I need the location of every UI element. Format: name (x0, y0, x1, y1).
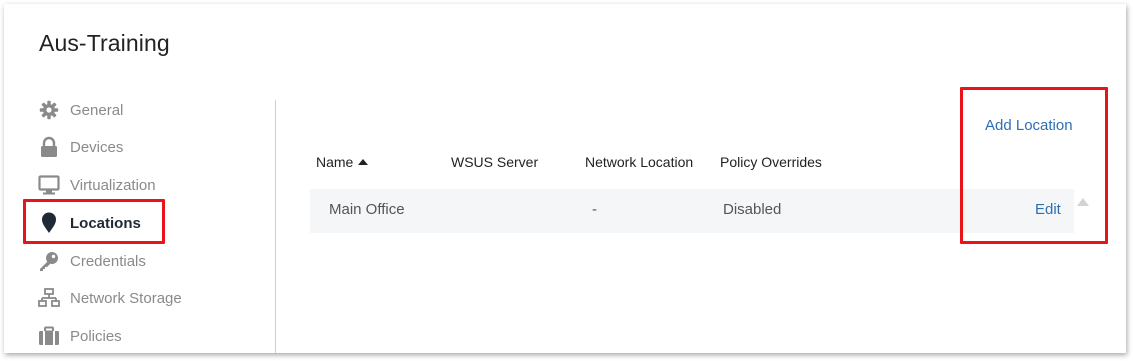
monitor-icon (38, 174, 60, 196)
network-icon (38, 287, 60, 309)
briefcase-icon (38, 325, 60, 347)
sidebar-item-credentials[interactable]: Credentials (38, 249, 146, 273)
sidebar-item-label: Network Storage (70, 289, 182, 307)
sort-ascending-icon (358, 159, 369, 165)
key-icon (38, 250, 60, 272)
sidebar-item-policies[interactable]: Policies (38, 324, 122, 348)
sidebar-item-label: Credentials (70, 252, 146, 270)
sidebar: General Devices Virtualization Locations (4, 4, 274, 353)
sidebar-item-label: Devices (70, 138, 124, 156)
sidebar-item-network-storage[interactable]: Network Storage (38, 286, 182, 310)
cell-policy-overrides: Disabled (723, 201, 782, 218)
sidebar-item-label: Policies (70, 327, 122, 345)
column-header-wsus-server[interactable]: WSUS Server (451, 154, 538, 170)
column-header-name[interactable]: Name (316, 154, 369, 170)
settings-panel: Aus-Training General Devices Virtualizat… (4, 4, 1126, 353)
cell-name: Main Office (329, 201, 405, 218)
actions-highlight-box (960, 87, 1108, 244)
sidebar-item-devices[interactable]: Devices (38, 135, 123, 159)
column-header-policy-overrides[interactable]: Policy Overrides (720, 154, 822, 170)
sidebar-item-virtualization[interactable]: Virtualization (38, 173, 156, 197)
sidebar-item-label: General (70, 101, 124, 119)
column-header-network-location[interactable]: Network Location (585, 154, 693, 170)
locations-highlight-box (23, 199, 165, 244)
gear-icon (38, 99, 60, 121)
lock-icon (38, 136, 60, 158)
column-header-label: Name (316, 154, 354, 170)
cell-network-location: - (592, 201, 597, 218)
sidebar-item-general[interactable]: General (38, 98, 123, 122)
sidebar-divider (275, 100, 276, 353)
sidebar-item-label: Virtualization (70, 176, 156, 194)
